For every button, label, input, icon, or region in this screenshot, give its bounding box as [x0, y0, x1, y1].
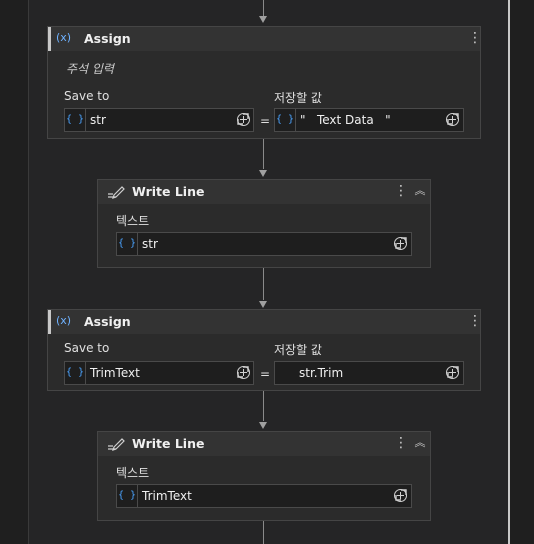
- value-label: 저장할 값: [274, 91, 322, 105]
- value-text: " Text Data ": [300, 113, 391, 127]
- activity-header[interactable]: (x) Assign ⋮: [48, 310, 482, 334]
- text-field[interactable]: { } str: [116, 232, 412, 256]
- save-to-value: str: [90, 113, 106, 127]
- text-label: 텍스트: [116, 466, 150, 480]
- more-options-icon[interactable]: ⋮: [394, 183, 408, 199]
- canvas-scrollbar[interactable]: [508, 0, 510, 544]
- plus-circle-icon[interactable]: [237, 113, 250, 126]
- text-field[interactable]: { } TrimText: [116, 484, 412, 508]
- text-label: 텍스트: [116, 214, 150, 228]
- expression-icon: { }: [65, 362, 86, 384]
- plus-circle-icon[interactable]: [446, 366, 459, 379]
- text-value: TrimText: [142, 489, 192, 503]
- connector-line: [263, 521, 264, 544]
- assign-activity[interactable]: (x) Assign ⋮ 주석 입력 Save to 저장할 값 { } str…: [47, 26, 482, 139]
- more-options-icon[interactable]: ⋮: [394, 435, 408, 451]
- more-options-icon[interactable]: ⋮: [468, 30, 482, 46]
- value-field[interactable]: { } " Text Data ": [274, 108, 464, 132]
- plus-circle-icon[interactable]: [394, 489, 407, 502]
- equals-sign: =: [260, 367, 271, 381]
- write-line-activity[interactable]: Write Line ⋮ ︽ 텍스트 { } TrimText: [97, 431, 431, 521]
- expression-icon: { }: [275, 109, 296, 131]
- activity-header[interactable]: Write Line ⋮ ︽: [98, 432, 430, 456]
- variable-icon: (x): [56, 31, 72, 44]
- connector-arrow: [259, 301, 267, 308]
- plus-circle-icon[interactable]: [237, 366, 250, 379]
- more-options-icon[interactable]: ⋮: [468, 313, 482, 329]
- value-field[interactable]: str.Trim: [274, 361, 464, 385]
- connector-line: [263, 391, 264, 421]
- assign-activity[interactable]: (x) Assign ⋮ Save to 저장할 값 { } TrimText …: [47, 309, 482, 391]
- activity-header[interactable]: Write Line ⋮ ︽: [98, 180, 430, 204]
- connector-line: [263, 0, 264, 16]
- write-line-activity[interactable]: Write Line ⋮ ︽ 텍스트 { } str: [97, 179, 431, 268]
- expression-icon: { }: [117, 233, 138, 255]
- plus-circle-icon[interactable]: [394, 237, 407, 250]
- activity-header[interactable]: (x) Assign ⋮: [48, 27, 482, 51]
- text-value: str: [142, 237, 158, 251]
- connector-arrow: [259, 170, 267, 177]
- equals-sign: =: [260, 114, 271, 128]
- save-to-value: TrimText: [90, 366, 140, 380]
- expression-icon: { }: [65, 109, 86, 131]
- collapse-icon[interactable]: ︽: [414, 435, 426, 451]
- connector-line: [263, 268, 264, 300]
- save-to-label: Save to: [64, 89, 110, 103]
- activity-title: Assign: [84, 314, 131, 329]
- comment-text[interactable]: 주석 입력: [66, 60, 114, 77]
- connector-line: [263, 139, 264, 169]
- expression-icon: { }: [117, 485, 138, 507]
- write-line-icon: [108, 186, 125, 199]
- plus-circle-icon[interactable]: [446, 113, 459, 126]
- value-label: 저장할 값: [274, 343, 322, 357]
- connector-arrow: [259, 16, 267, 23]
- canvas-border: [28, 0, 29, 544]
- write-line-icon: [108, 438, 125, 451]
- variable-icon: (x): [56, 314, 72, 327]
- save-to-field[interactable]: { } TrimText: [64, 361, 254, 385]
- connector-arrow: [259, 422, 267, 429]
- activity-title: Assign: [84, 31, 131, 46]
- collapse-icon[interactable]: ︽: [414, 183, 426, 199]
- save-to-field[interactable]: { } str: [64, 108, 254, 132]
- activity-title: Write Line: [132, 436, 205, 451]
- value-text: str.Trim: [299, 366, 344, 380]
- save-to-label: Save to: [64, 341, 110, 355]
- activity-title: Write Line: [132, 184, 205, 199]
